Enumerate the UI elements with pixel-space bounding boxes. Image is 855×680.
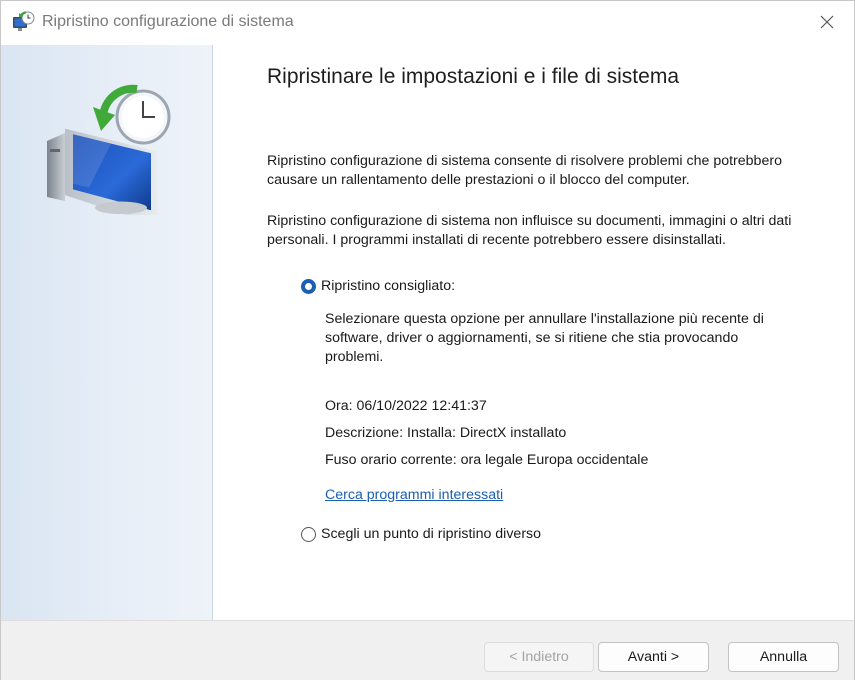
cancel-button[interactable]: Annulla bbox=[728, 642, 839, 672]
current-timezone: Fuso orario corrente: ora legale Europa … bbox=[325, 452, 649, 468]
restore-point-description: Descrizione: Installa: DirectX installat… bbox=[325, 425, 567, 441]
system-restore-icon bbox=[11, 11, 35, 33]
system-restore-monitor-clock-icon bbox=[41, 83, 173, 226]
scan-affected-programs-link[interactable]: Cerca programmi interessati bbox=[325, 487, 503, 503]
intro-paragraph: Ripristino configurazione di sistema con… bbox=[267, 153, 782, 188]
radio-recommended-label: Ripristino consigliato: bbox=[321, 278, 456, 294]
radio-recommended-restore[interactable]: Ripristino consigliato: bbox=[301, 278, 455, 294]
radio-choose-different-label: Scegli un punto di ripristino diverso bbox=[321, 526, 542, 542]
page-heading: Ripristinare le impostazioni e i file di… bbox=[267, 65, 679, 88]
radio-unselected-icon[interactable] bbox=[301, 526, 316, 542]
window-title: Ripristino configurazione di sistema bbox=[42, 13, 294, 30]
title-bar: Ripristino configurazione di sistema bbox=[1, 1, 854, 45]
radio-choose-different-point[interactable]: Scegli un punto di ripristino diverso bbox=[301, 526, 541, 542]
restore-point-time: Ora: 06/10/2022 12:41:37 bbox=[325, 398, 487, 414]
info-paragraph: Ripristino configurazione di sistema non… bbox=[267, 213, 792, 248]
back-button[interactable]: < Indietro bbox=[484, 642, 594, 672]
close-button[interactable] bbox=[810, 7, 844, 37]
close-icon bbox=[820, 15, 834, 29]
system-restore-dialog: Ripristino configurazione di sistema Rip… bbox=[0, 0, 855, 680]
side-panel bbox=[1, 45, 213, 620]
button-bar: < Indietro Avanti > Annulla bbox=[1, 620, 854, 680]
radio-selected-icon[interactable] bbox=[301, 278, 316, 294]
recommended-description: Selezionare questa opzione per annullare… bbox=[325, 311, 764, 365]
next-button[interactable]: Avanti > bbox=[598, 642, 709, 672]
